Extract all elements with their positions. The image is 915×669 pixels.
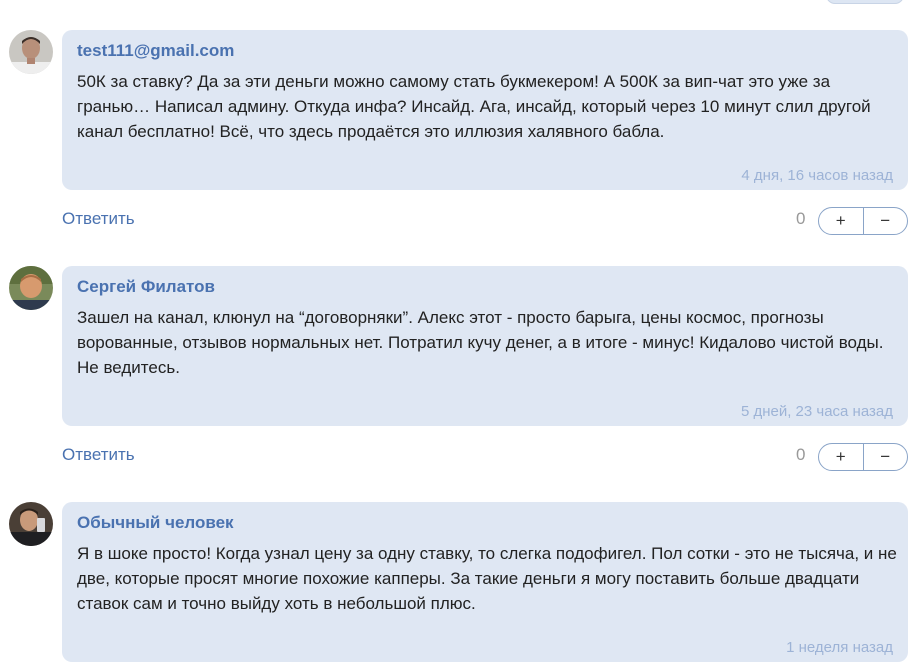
comment-bubble: test111@gmail.com 50К за ставку? Да за э… xyxy=(62,30,908,190)
vote-control: + − xyxy=(818,207,908,235)
vote-control: + − xyxy=(818,443,908,471)
upvote-button[interactable]: + xyxy=(819,444,864,470)
comment-text: 50К за ставку? Да за эти деньги можно са… xyxy=(77,72,871,141)
comment-bubble: Сергей Филатов Зашел на канал, клюнул на… xyxy=(62,266,908,426)
comment-text: Зашел на канал, клюнул на “договорняки”.… xyxy=(77,308,884,377)
avatar xyxy=(9,502,53,546)
avatar xyxy=(9,30,53,74)
rating-count: 0 xyxy=(796,209,806,228)
comment-author[interactable]: test111@gmail.com xyxy=(77,41,234,61)
reply-button[interactable]: Ответить xyxy=(62,445,135,465)
downvote-button[interactable]: − xyxy=(864,444,908,470)
comment-timestamp: 4 дня, 16 часов назад xyxy=(741,167,893,184)
previous-vote-control xyxy=(826,0,904,4)
avatar xyxy=(9,266,53,310)
reply-button[interactable]: Ответить xyxy=(62,209,135,229)
comment-timestamp: 5 дней, 23 часа назад xyxy=(740,403,893,420)
comment-bubble: Обычный человек Я в шоке просто! Когда у… xyxy=(62,502,908,662)
upvote-button[interactable]: + xyxy=(819,208,864,234)
comment-text: Я в шоке просто! Когда узнал цену за одн… xyxy=(77,544,897,613)
comment-author[interactable]: Обычный человек xyxy=(77,513,234,533)
comment-author[interactable]: Сергей Филатов xyxy=(77,277,215,297)
downvote-button[interactable]: − xyxy=(864,208,908,234)
rating-count: 0 xyxy=(796,445,806,464)
comment-timestamp: 1 неделя назад xyxy=(786,639,893,656)
